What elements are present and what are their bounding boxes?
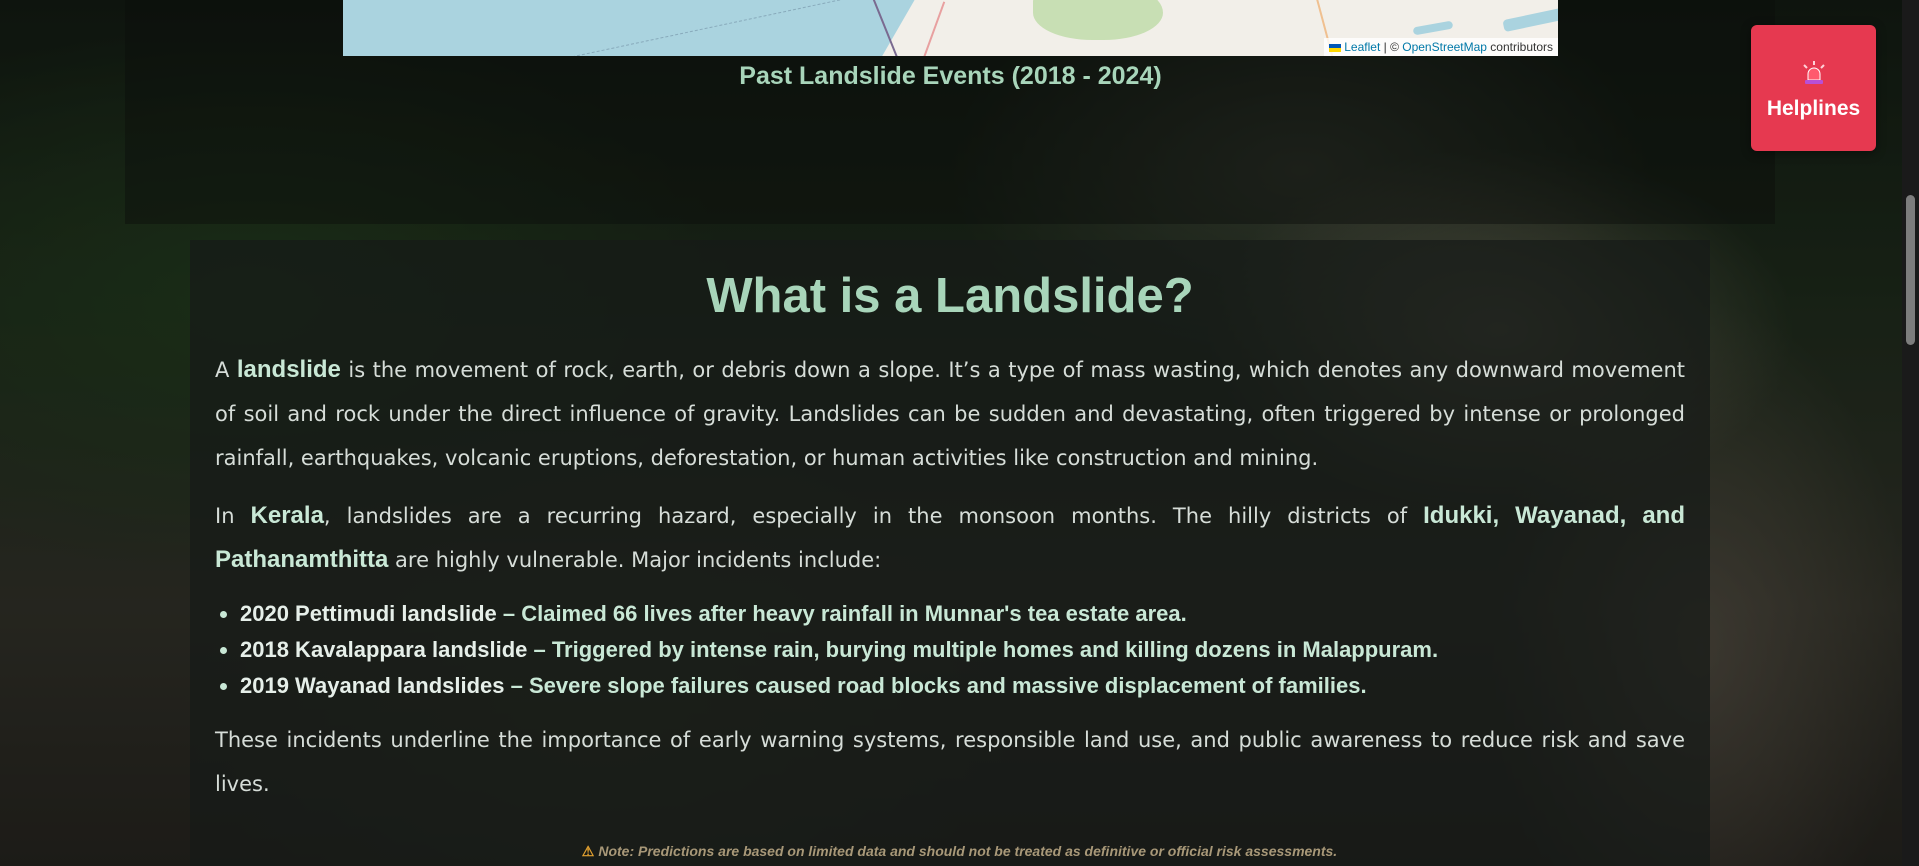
map-caption: Past Landslide Events (2018 - 2024) xyxy=(739,62,1162,90)
leaflet-link[interactable]: Leaflet xyxy=(1344,40,1380,54)
siren-icon xyxy=(1800,60,1828,89)
bold-term: landslide xyxy=(236,356,341,383)
helplines-label: Helplines xyxy=(1766,96,1861,120)
landslide-info-section: What is a Landslide? A landslide is the … xyxy=(190,240,1710,866)
text: A xyxy=(215,358,237,382)
text: is the movement of rock, earth, or debri… xyxy=(215,358,1685,470)
list-item: 2020 Pettimudi landslide – Claimed 66 li… xyxy=(240,596,1685,632)
text: In xyxy=(215,504,251,528)
openstreetmap-link[interactable]: OpenStreetMap xyxy=(1402,40,1487,54)
incidents-list: 2020 Pettimudi landslide – Claimed 66 li… xyxy=(215,596,1685,704)
disclaimer-note: ⚠ Note: Predictions are based on limited … xyxy=(0,843,1919,860)
page-scrollbar[interactable] xyxy=(1902,0,1919,866)
text: , landslides are a recurring hazard, esp… xyxy=(323,504,1424,528)
incident-title: 2018 Kavalappara landslide xyxy=(240,637,528,662)
helplines-button[interactable]: Helplines xyxy=(1751,25,1876,151)
text: are highly vulnerable. Major incidents i… xyxy=(388,548,882,572)
list-item: 2019 Wayanad landslides – Severe slope f… xyxy=(240,668,1685,704)
section-title: What is a Landslide? xyxy=(706,269,1194,323)
attribution-separator: | © xyxy=(1380,40,1403,54)
warning-icon: ⚠ xyxy=(581,843,595,859)
disclaimer-text: Note: Predictions are based on limited d… xyxy=(598,843,1338,859)
attribution-suffix: contributors xyxy=(1486,40,1553,54)
conclusion-paragraph: These incidents underline the importance… xyxy=(215,728,1685,796)
scrollbar-thumb[interactable] xyxy=(1906,195,1915,345)
map-attribution: Leaflet | © OpenStreetMap contributors xyxy=(1324,38,1558,56)
kerala-paragraph: In Kerala, landslides are a recurring ha… xyxy=(215,494,1685,582)
incident-title: 2020 Pettimudi landslide xyxy=(240,601,497,626)
landslide-definition-paragraph: A landslide is the movement of rock, ear… xyxy=(215,348,1685,480)
incident-description: – Severe slope failures caused road bloc… xyxy=(504,673,1367,698)
incident-title: 2019 Wayanad landslides xyxy=(240,673,505,698)
incident-description: – Claimed 66 lives after heavy rainfall … xyxy=(496,601,1187,626)
bold-term: Kerala xyxy=(250,502,324,529)
incident-description: – Triggered by intense rain, burying mul… xyxy=(527,637,1439,662)
landslide-map[interactable]: Leaflet | © OpenStreetMap contributors xyxy=(343,0,1558,56)
list-item: 2018 Kavalappara landslide – Triggered b… xyxy=(240,632,1685,668)
ukraine-flag-icon xyxy=(1329,43,1342,52)
